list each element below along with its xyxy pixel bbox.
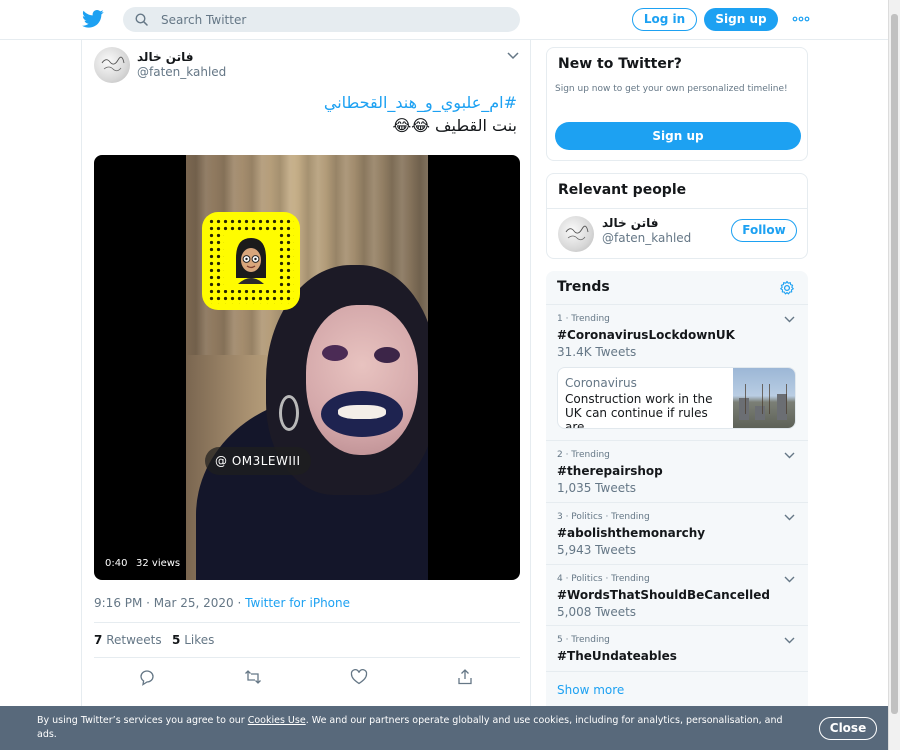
author-name[interactable]: فاتن خالد [137,50,193,64]
trend-meta: 3 · Politics · Trending [557,512,650,522]
likes-stat[interactable]: 5 Likes [172,633,214,647]
trend-meta: 2 · Trending [557,450,610,460]
trend-item[interactable]: 5 · Trending #TheUndateables [546,626,808,672]
signup-button[interactable]: Sign up [704,8,778,31]
thumbnail-tree [769,384,787,414]
avatar-scribble-icon [101,56,125,72]
new-to-twitter-card: New to Twitter? Sign up now to get your … [546,47,808,161]
retweet-icon[interactable] [244,668,262,686]
trend-meta: 5 · Trending [557,635,610,645]
video-figure-teeth [338,405,386,419]
video-figure-eye-left [322,345,348,361]
retweets-label: Retweets [106,633,162,647]
chevron-down-icon[interactable] [784,316,795,323]
tweet-text: بنت القطيف 😂😂 [392,116,517,135]
cookie-banner: By using Twitter’s services you agree to… [0,706,888,750]
relevant-people-title: Relevant people [558,182,687,198]
search-box[interactable] [123,7,520,32]
cookie-text-before: By using Twitter’s services you agree to… [37,715,248,726]
tweet-timestamp: 9:16 PM · Mar 25, 2020 · Twitter for iPh… [94,596,350,610]
new-to-twitter-title: New to Twitter? [558,56,682,72]
news-thumbnail [733,368,795,428]
more-dots-icon[interactable] [792,10,810,28]
tweet-column: فاتن خالد @faten_kahled #ام_علبوي_و_هند_… [81,40,531,720]
video-frame: @ OM3LEWIII [186,155,428,580]
trend-name[interactable]: #WordsThatShouldBeCancelled [557,588,770,602]
bitmoji-icon [236,238,266,284]
trend-count: 31.4K Tweets [557,345,637,359]
cookies-use-link[interactable]: Cookies Use [248,715,306,726]
trend-item[interactable]: 3 · Politics · Trending #abolishthemonar… [546,503,808,565]
trend-name[interactable]: #therepairshop [557,464,663,478]
reply-icon[interactable] [138,668,156,686]
trend-name[interactable]: #abolishthemonarchy [557,526,705,540]
news-card[interactable]: Coronavirus Construction work in the UK … [557,367,796,429]
chevron-down-icon[interactable] [784,514,795,521]
video-duration: 0:40 [105,558,128,569]
trend-name[interactable]: #TheUndateables [557,649,677,663]
trend-count: 1,035 Tweets [557,481,637,495]
tweet-actions [94,668,520,688]
video-views: 32 views [136,558,181,569]
trend-item[interactable]: 2 · Trending #therepairshop 1,035 Tweets [546,441,808,503]
video-overlay-handle: @ OM3LEWIII [205,447,311,475]
close-button[interactable]: Close [819,717,877,740]
video-player[interactable]: @ OM3LEWIII 0:40 32 views [94,155,520,580]
trend-meta: 1 · Trending [557,314,610,324]
chevron-down-icon[interactable] [784,452,795,459]
trend-item[interactable]: 4 · Politics · Trending #WordsThatShould… [546,565,808,626]
retweets-count: 7 [94,633,103,647]
chevron-down-icon[interactable] [784,637,795,644]
search-input[interactable] [161,9,501,30]
signup-button-large[interactable]: Sign up [555,122,801,150]
person-handle[interactable]: @faten_kahled [602,231,691,245]
trend-count: 5,943 Tweets [557,543,637,557]
trends-header: Trends [546,271,808,305]
snapcode-sticker [202,212,300,310]
twitter-bird-icon[interactable] [82,9,104,29]
tweet-time-text[interactable]: 9:16 PM · Mar 25, 2020 [94,596,234,610]
news-category: Coronavirus [565,376,637,390]
avatar-scribble-icon [565,225,589,241]
trends-card: Trends 1 · Trending #CoronavirusLockdown… [546,271,808,716]
cookie-text: By using Twitter’s services you agree to… [37,714,797,742]
video-figure-earring [279,395,299,431]
person-name[interactable]: فاتن خالد [602,216,658,230]
share-icon[interactable] [456,668,474,686]
trend-count: 5,008 Tweets [557,605,637,619]
gear-icon[interactable] [779,280,795,296]
page-scrollbar[interactable] [888,0,900,750]
tweet-hashtag-link[interactable]: #ام_علبوي_و_هند_القحطاني [324,93,517,112]
likes-count: 5 [172,633,181,647]
chevron-down-icon[interactable] [507,52,519,60]
avatar[interactable] [94,47,130,83]
like-icon[interactable] [350,668,368,686]
show-more-link[interactable]: Show more [557,683,624,697]
tweet-source-link[interactable]: Twitter for iPhone [245,596,350,610]
thumbnail-tree [745,384,763,414]
trends-title: Trends [557,279,610,295]
top-navigation-bar: Log in Sign up [0,0,888,40]
trend-item[interactable]: 1 · Trending #CoronavirusLockdownUK 31.4… [546,305,808,441]
trend-meta: 4 · Politics · Trending [557,574,650,584]
relevant-people-card: Relevant people فاتن خالد @faten_kahled … [546,173,808,259]
divider [547,208,807,209]
separator-dot: · [237,596,246,610]
scrollbar-thumb[interactable] [891,14,898,714]
follow-button[interactable]: Follow [731,219,797,242]
login-button[interactable]: Log in [632,8,697,31]
new-to-twitter-subtitle: Sign up now to get your own personalized… [555,84,788,94]
retweets-stat[interactable]: 7 Retweets [94,633,162,647]
news-headline: Construction work in the UK can continue… [565,392,713,429]
likes-label: Likes [184,633,215,647]
trend-name[interactable]: #CoronavirusLockdownUK [557,328,735,342]
avatar[interactable] [558,216,594,252]
chevron-down-icon[interactable] [784,576,795,583]
tweet-stats: 7 Retweets 5 Likes [94,622,520,658]
search-icon [135,13,148,26]
author-handle[interactable]: @faten_kahled [137,65,226,79]
video-figure-eye-right [374,347,400,363]
